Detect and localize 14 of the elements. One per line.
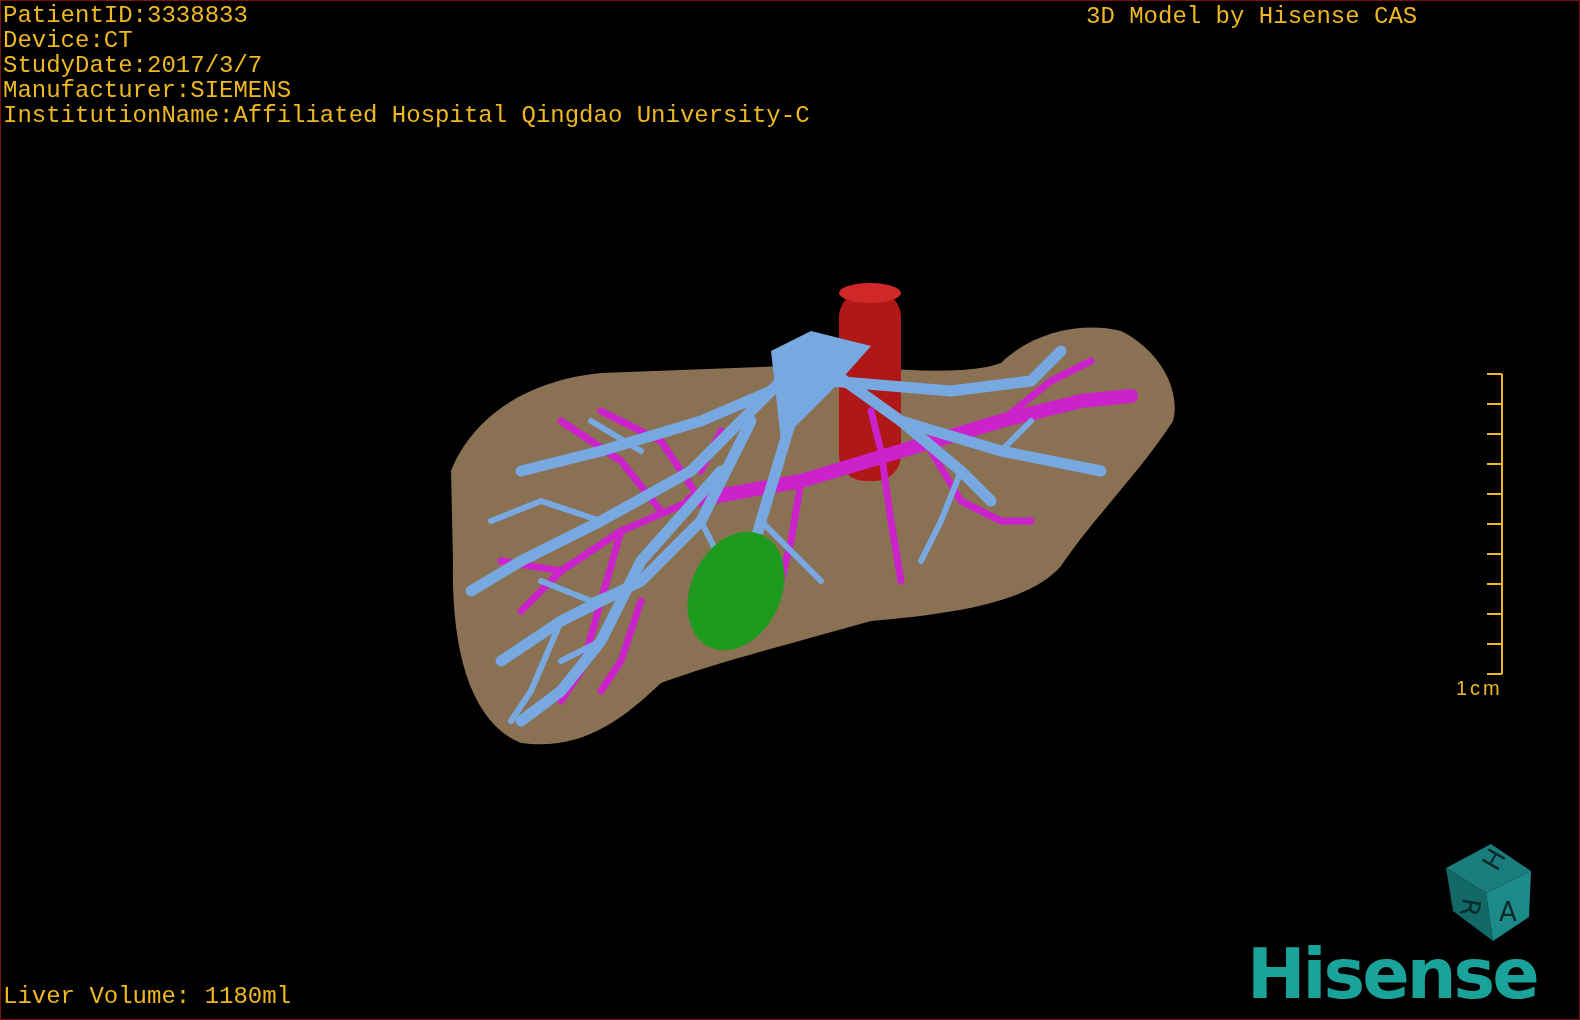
scale-label: 1cm bbox=[1456, 677, 1503, 700]
cube-face-label: H bbox=[1476, 843, 1513, 876]
study-info-text: StudyDate:2017/3/7 bbox=[3, 53, 264, 78]
logo-text: Hisense bbox=[1247, 936, 1537, 1012]
credit-text: 3D Model by Hisense CAS bbox=[1086, 3, 1418, 31]
study-info-text: Device:CT bbox=[3, 28, 134, 53]
study-info-text: Manufacturer:SIEMENS bbox=[3, 78, 293, 103]
liver-volume-text: Liver Volume: 1180ml bbox=[3, 983, 292, 1011]
study-info-text: PatientID:3338833 bbox=[3, 3, 249, 28]
scale-bar-icon bbox=[1486, 373, 1503, 675]
cube-face-label: R bbox=[1453, 896, 1487, 919]
orientation-cube-icon bbox=[1446, 844, 1531, 941]
cube-face-label: A bbox=[1499, 897, 1517, 927]
study-info-text: InstitutionName:Affiliated Hospital Qingdao University-C bbox=[3, 103, 810, 128]
